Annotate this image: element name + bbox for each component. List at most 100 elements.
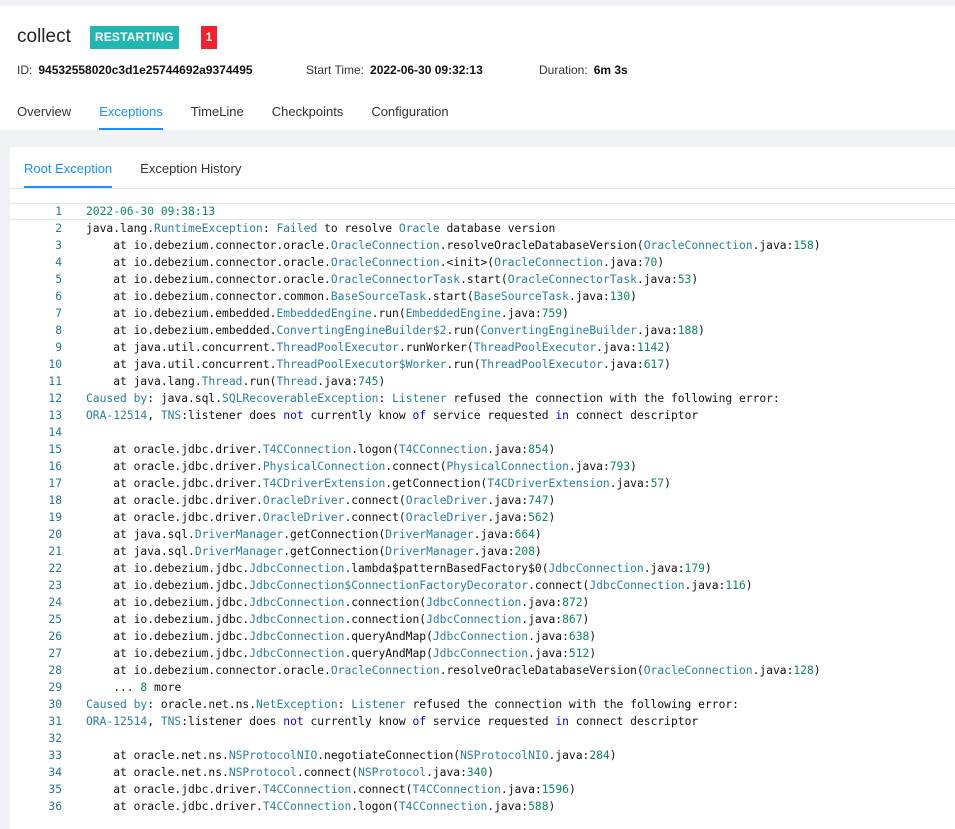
job-meta: ID: 94532558020c3d1e25744692a9374495 Sta… — [17, 63, 628, 77]
exception-code-view[interactable]: 1 2022-06-30 09:38:13 2 java.lang.RuntimeEx… — [10, 203, 955, 815]
code-text: at io.debezium.connector.oracle.OracleCo… — [86, 256, 665, 269]
start-time-value: 2022-06-30 09:32:13 — [370, 63, 483, 77]
job-tabs: Overview Exceptions TimeLine Checkpoints… — [17, 104, 477, 130]
line-number: 13 — [48, 409, 62, 422]
start-time-label: Start Time: — [306, 63, 365, 77]
code-text: at io.debezium.jdbc.JdbcConnection.lambd… — [86, 562, 712, 575]
code-line: 8 at io.debezium.embedded.ConvertingEngi… — [10, 322, 955, 339]
code-line: 4 at io.debezium.connector.oracle.Oracle… — [10, 254, 955, 271]
code-text: java.lang.RuntimeException: Failed to re… — [86, 222, 556, 235]
code-line: 5 at io.debezium.connector.oracle.Oracle… — [10, 271, 955, 288]
job-id: ID: 94532558020c3d1e25744692a9374495 — [17, 63, 306, 77]
tab-overview[interactable]: Overview — [17, 104, 71, 130]
code-text: at io.debezium.embedded.EmbeddedEngine.r… — [86, 307, 569, 320]
code-line: 9 at java.util.concurrent.ThreadPoolExec… — [10, 339, 955, 356]
code-line: 24 at io.debezium.jdbc.JdbcConnection.co… — [10, 594, 955, 611]
line-number: 27 — [48, 647, 62, 660]
duration: Duration: 6m 3s — [539, 63, 628, 77]
code-line: 18 at oracle.jdbc.driver.OracleDriver.co… — [10, 492, 955, 509]
code-text: ORA-12514, TNS:listener does not current… — [86, 409, 699, 422]
tab-checkpoints[interactable]: Checkpoints — [272, 104, 344, 130]
code-text: at java.lang.Thread.run(Thread.java:745) — [86, 375, 386, 388]
code-text: at oracle.net.ns.NSProtocol.connect(NSPr… — [86, 766, 495, 779]
code-line: 21 at java.sql.DriverManager.getConnecti… — [10, 543, 955, 560]
code-line: 28 at io.debezium.connector.oracle.Oracl… — [10, 662, 955, 679]
code-text: at java.util.concurrent.ThreadPoolExecut… — [86, 358, 671, 371]
line-number: 28 — [48, 664, 62, 677]
code-text: at oracle.jdbc.driver.T4CDriverExtension… — [86, 477, 671, 490]
code-line: 7 at io.debezium.embedded.EmbeddedEngine… — [10, 305, 955, 322]
title-row: collect RESTARTING 1 — [17, 25, 217, 49]
line-number: 15 — [48, 443, 62, 456]
code-line: 6 at io.debezium.connector.common.BaseSo… — [10, 288, 955, 305]
code-line: 10 at java.util.concurrent.ThreadPoolExe… — [10, 356, 955, 373]
code-line: 15 at oracle.jdbc.driver.T4CConnection.l… — [10, 441, 955, 458]
code-text: at io.debezium.connector.oracle.OracleCo… — [86, 273, 699, 286]
code-line: 36 at oracle.jdbc.driver.T4CConnection.l… — [10, 798, 955, 815]
line-number: 19 — [48, 511, 62, 524]
code-text: at io.debezium.jdbc.JdbcConnection.query… — [86, 647, 597, 660]
code-line: 22 at io.debezium.jdbc.JdbcConnection.la… — [10, 560, 955, 577]
code-text: at oracle.jdbc.driver.T4CConnection.conn… — [86, 783, 576, 796]
code-text: at io.debezium.jdbc.JdbcConnection.query… — [86, 630, 597, 643]
duration-value: 6m 3s — [593, 63, 628, 77]
code-line: 35 at oracle.jdbc.driver.T4CConnection.c… — [10, 781, 955, 798]
tab-root-exception[interactable]: Root Exception — [24, 161, 113, 188]
code-line: 26 at io.debezium.jdbc.JdbcConnection.qu… — [10, 628, 955, 645]
exception-subtabs: Root Exception Exception History — [24, 161, 269, 188]
tab-configuration[interactable]: Configuration — [371, 104, 448, 130]
start-time: Start Time: 2022-06-30 09:32:13 — [306, 63, 539, 77]
code-text: at oracle.jdbc.driver.T4CConnection.logo… — [86, 800, 556, 813]
line-number: 35 — [48, 783, 62, 796]
code-line: 19 at oracle.jdbc.driver.OracleDriver.co… — [10, 509, 955, 526]
line-number: 30 — [48, 698, 62, 711]
line-number: 12 — [48, 392, 62, 405]
line-number: 26 — [48, 630, 62, 643]
line-number: 7 — [55, 307, 62, 320]
code-line: 14 — [10, 424, 955, 441]
line-number: 4 — [55, 256, 62, 269]
job-header: collect RESTARTING 1 ID: 94532558020c3d1… — [0, 6, 955, 130]
job-id-label: ID: — [17, 63, 33, 77]
code-text: at oracle.jdbc.driver.OracleDriver.conne… — [86, 511, 556, 524]
line-number: 25 — [48, 613, 62, 626]
line-number: 9 — [55, 341, 62, 354]
line-number: 29 — [48, 681, 62, 694]
job-name: collect — [17, 26, 71, 47]
line-number: 5 — [55, 273, 62, 286]
code-line: 13 ORA-12514, TNS:listener does not curre… — [10, 407, 955, 424]
line-number: 16 — [48, 460, 62, 473]
line-number: 18 — [48, 494, 62, 507]
tab-timeline[interactable]: TimeLine — [191, 104, 244, 130]
code-text: at io.debezium.connector.common.BaseSour… — [86, 290, 637, 303]
code-line: 32 — [10, 730, 955, 747]
code-text: Caused by: java.sql.SQLRecoverableExcept… — [86, 392, 780, 405]
code-text: at io.debezium.jdbc.JdbcConnection$Conne… — [86, 579, 753, 592]
tab-exceptions[interactable]: Exceptions — [99, 104, 163, 130]
line-number: 20 — [48, 528, 62, 541]
code-text: at io.debezium.connector.oracle.OracleCo… — [86, 239, 821, 252]
code-line: 17 at oracle.jdbc.driver.T4CDriverExtens… — [10, 475, 955, 492]
code-text: at oracle.jdbc.driver.PhysicalConnection… — [86, 460, 637, 473]
line-number: 24 — [48, 596, 62, 609]
duration-label: Duration: — [539, 63, 588, 77]
code-text: at io.debezium.embedded.ConvertingEngine… — [86, 324, 705, 337]
code-text: at io.debezium.connector.oracle.OracleCo… — [86, 664, 821, 677]
line-number: 31 — [48, 715, 62, 728]
code-text: ORA-12514, TNS:listener does not current… — [86, 715, 699, 728]
code-line: 31 ORA-12514, TNS:listener does not curre… — [10, 713, 955, 730]
line-number: 1 — [55, 205, 62, 218]
code-line: 23 at io.debezium.jdbc.JdbcConnection$Co… — [10, 577, 955, 594]
code-line: 3 at io.debezium.connector.oracle.Oracle… — [10, 237, 955, 254]
code-line: 33 at oracle.net.ns.NSProtocolNIO.negoti… — [10, 747, 955, 764]
line-number: 14 — [48, 426, 62, 439]
tab-exception-history[interactable]: Exception History — [140, 161, 241, 188]
line-number: 33 — [48, 749, 62, 762]
line-number: 36 — [48, 800, 62, 813]
line-number: 22 — [48, 562, 62, 575]
code-line: 1 2022-06-30 09:38:13 — [10, 203, 955, 220]
code-line: 25 at io.debezium.jdbc.JdbcConnection.co… — [10, 611, 955, 628]
line-number: 11 — [48, 375, 62, 388]
line-number: 8 — [55, 324, 62, 337]
